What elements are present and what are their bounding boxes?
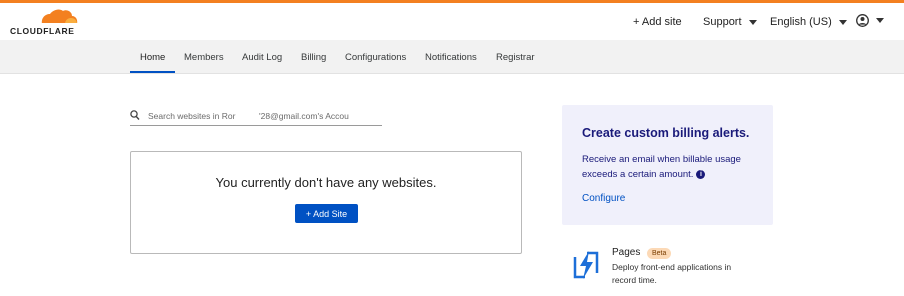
tab-billing[interactable]: Billing xyxy=(301,52,326,63)
top-header: CLOUDFLARE + Add site Support English (U… xyxy=(0,3,904,40)
tab-members[interactable]: Members xyxy=(184,52,224,63)
support-menu[interactable]: Support xyxy=(703,16,757,28)
account-nav-tabs: Home Members Audit Log Billing Configura… xyxy=(0,40,904,74)
info-icon[interactable]: i xyxy=(696,170,706,179)
tab-audit-log[interactable]: Audit Log xyxy=(242,52,282,63)
search-input[interactable] xyxy=(148,108,380,124)
search-icon xyxy=(130,110,140,120)
account-menu[interactable] xyxy=(856,14,884,27)
billing-alerts-title: Create custom billing alerts. xyxy=(582,126,750,140)
empty-state-message: You currently don't have any websites. xyxy=(215,175,437,190)
tab-configurations[interactable]: Configurations xyxy=(345,52,406,63)
add-site-link[interactable]: + Add site xyxy=(633,16,682,28)
cloudflare-logo[interactable]: CLOUDFLARE xyxy=(10,8,80,36)
language-label: English (US) xyxy=(770,16,832,28)
billing-description-text: Receive an email when billable usage exc… xyxy=(582,154,741,180)
configure-link[interactable]: Configure xyxy=(582,193,625,204)
brand-wordmark: CLOUDFLARE xyxy=(10,26,75,36)
lightning-bolt-icon[interactable] xyxy=(572,249,600,281)
chevron-down-icon xyxy=(838,19,847,25)
chevron-down-icon xyxy=(748,19,757,25)
add-site-button[interactable]: + Add Site xyxy=(295,204,358,223)
website-search xyxy=(130,107,382,126)
pages-title[interactable]: Pages xyxy=(612,247,640,258)
pages-description: Deploy front-end applications in record … xyxy=(612,262,732,285)
tab-registrar[interactable]: Registrar xyxy=(496,52,535,63)
cloud-icon xyxy=(40,9,78,25)
language-menu[interactable]: English (US) xyxy=(770,16,847,28)
billing-alerts-description: Receive an email when billable usage exc… xyxy=(582,152,762,182)
active-tab-indicator xyxy=(130,71,175,73)
billing-alerts-card: Create custom billing alerts. Receive an… xyxy=(562,105,773,225)
user-circle-icon xyxy=(856,14,869,27)
beta-badge: Beta xyxy=(647,248,672,259)
tab-home[interactable]: Home xyxy=(140,52,165,63)
tab-notifications[interactable]: Notifications xyxy=(425,52,477,63)
support-label: Support xyxy=(703,16,742,28)
websites-empty-state: You currently don't have any websites. +… xyxy=(130,151,522,254)
chevron-down-icon xyxy=(876,18,884,23)
